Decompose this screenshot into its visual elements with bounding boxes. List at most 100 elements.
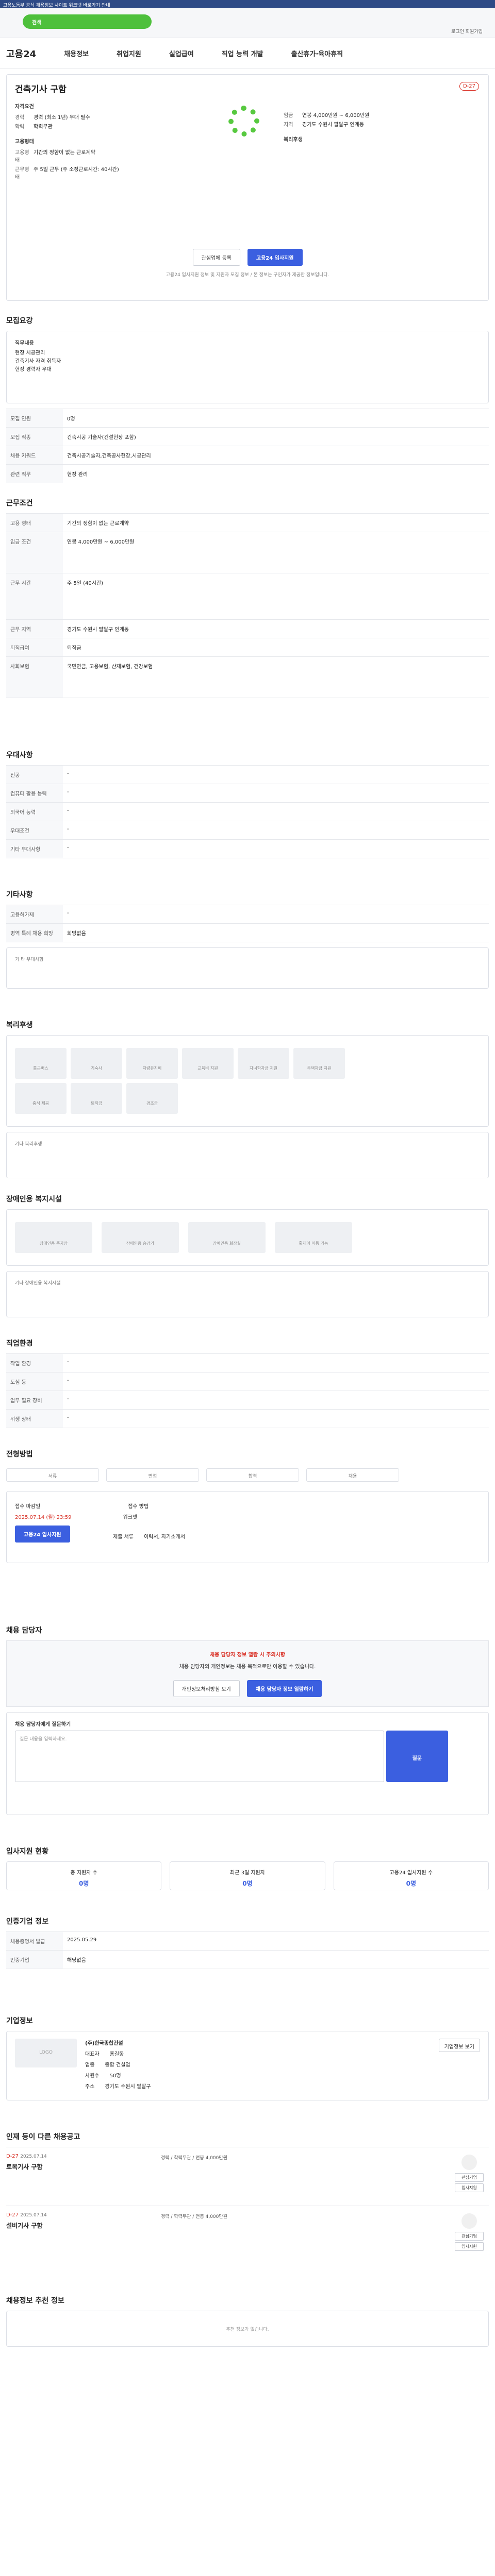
reco-box: 추천 정보가 없습니다. bbox=[6, 2311, 489, 2347]
section-title: 인증기업 정보 bbox=[6, 1918, 49, 1926]
process-steps: 서류 면접 합격 채용 bbox=[6, 1464, 489, 1486]
nav-menu-benefit[interactable]: 실업급여 bbox=[169, 48, 194, 58]
welfare-more-label: 기타 복리후생 bbox=[15, 1142, 42, 1147]
job-title[interactable]: 토목기사 구함 bbox=[6, 2162, 489, 2171]
cert-table: 채용증명서 발급 2025.05.29 인증기업 해당없음 bbox=[6, 1931, 489, 1969]
nav-menu-leave[interactable]: 출산휴가·육아휴직 bbox=[291, 48, 343, 58]
apply-button[interactable]: 고용24 입사지원 bbox=[247, 249, 303, 266]
list-item[interactable]: D-27 2025.07.14 설비기사 구함 경력 / 학력무관 / 연봉 4… bbox=[6, 2206, 489, 2264]
scrap-small-button[interactable]: 관심기업 bbox=[455, 2232, 484, 2241]
job-meta: 경력 / 학력무관 / 연봉 4,000만원 bbox=[161, 2214, 227, 2219]
nav-menu-jobs[interactable]: 채용정보 bbox=[64, 48, 89, 58]
section-title: 직업환경 bbox=[6, 1340, 33, 1348]
question-box: 채용 담당자에게 질문하기 질문 내용을 입력하세요. 질문 bbox=[6, 1712, 489, 1815]
cell-key: 근무 시간 bbox=[6, 573, 63, 620]
stat-label: 고용24 입사지원 수 bbox=[389, 1870, 433, 1876]
welfare-tile: 기숙사 bbox=[71, 1048, 122, 1079]
welfare-tile: 차량유지비 bbox=[126, 1048, 178, 1079]
company-name: (주)한국종합건설 bbox=[85, 2041, 123, 2046]
cell-key: 고용 형태 bbox=[6, 513, 63, 532]
access-more-label: 기타 장애인용 복지시설 bbox=[15, 1281, 61, 1286]
recruit-table: 모집 인원 0명 모집 직종 건축시공 기술자(건설현장 포함) 채용 키워드 건축시… bbox=[6, 409, 489, 483]
section-title: 전형방법 bbox=[6, 1450, 33, 1459]
kv-key: 임금 bbox=[284, 113, 293, 118]
recruit-box: 직무내용 현장 시공관리 건축기사 자격 취득자 현장 경력자 우대 bbox=[6, 331, 489, 403]
dday-badge: D-27 bbox=[6, 2212, 19, 2218]
kv-key: 학력 bbox=[15, 124, 25, 130]
view-contact-button[interactable]: 채용 담당자 정보 열람하기 bbox=[246, 1680, 322, 1697]
date: 2025.07.14 bbox=[20, 2213, 47, 2218]
section-title: 복리후생 bbox=[6, 1021, 33, 1029]
search-input[interactable]: 검색 bbox=[23, 14, 152, 29]
section-title: 채용 담당자 bbox=[6, 1626, 42, 1635]
cell-value: 경기도 수원시 팔달구 인계동 bbox=[63, 619, 489, 638]
cell-value: - bbox=[63, 905, 489, 924]
apply-small-button[interactable]: 입사지원 bbox=[455, 2183, 484, 2192]
cell-key: 병역 특례 채용 희망 bbox=[6, 923, 63, 942]
cell-value: 국민연금, 고용보험, 산재보험, 건강보험 bbox=[63, 656, 489, 698]
stat-card: 고용24 입사지원 수 0명 bbox=[333, 1861, 489, 1890]
job-summary-card: 건축기사 구함 D-27 자격요건 경력 경력 (최소 1년) 우대 필수 학력 학… bbox=[6, 74, 489, 301]
cell-key: 채용증명서 발급 bbox=[6, 1931, 63, 1951]
section-title: 기업정보 bbox=[6, 2017, 33, 2025]
dday-badge: D-27 bbox=[459, 82, 479, 91]
scrap-small-button[interactable]: 관심기업 bbox=[455, 2173, 484, 2182]
cell-key: 사회보험 bbox=[6, 656, 63, 698]
company-info-button[interactable]: 기업정보 보기 bbox=[438, 2039, 480, 2052]
welfare-box: 통근버스 기숙사 차량유지비 교육비 지원 자녀학자금 지원 주택자금 지원 중… bbox=[6, 1035, 489, 1127]
process-apply-button[interactable]: 고용24 입사지원 bbox=[15, 1526, 70, 1543]
question-submit-button[interactable]: 질문 bbox=[386, 1731, 448, 1782]
process-step: 채용 bbox=[306, 1468, 399, 1482]
dday-badge: D-27 bbox=[6, 2154, 19, 2159]
question-title: 채용 담당자에게 질문하기 bbox=[15, 1722, 71, 1727]
section-title: 인재 등이 다른 채용공고 bbox=[6, 2133, 80, 2141]
stat-card: 총 지원자 수 0명 bbox=[6, 1861, 162, 1890]
nav-menu-support[interactable]: 취업지원 bbox=[117, 48, 141, 58]
kv-value: 경기도 수원시 팔달구 bbox=[105, 2084, 151, 2090]
kv-value: 주 5일 근무 (주 소정근로시간: 40시간) bbox=[34, 167, 119, 173]
process-box: 접수 마감일 접수 방법 2025.07.14 (월) 23:59 워크넷 고용24… bbox=[6, 1491, 489, 1563]
cell-value: - bbox=[63, 1409, 489, 1428]
scrap-button[interactable]: 관심업체 등록 bbox=[192, 249, 240, 266]
cell-value: - bbox=[63, 765, 489, 784]
cell-value: 건축시공 기술자(건설현장 포함) bbox=[63, 427, 489, 446]
section-title: 입사지원 현황 bbox=[6, 1848, 49, 1856]
cell-value: 기간의 정함이 없는 근로계약 bbox=[63, 513, 489, 532]
apply-small-button[interactable]: 입사지원 bbox=[455, 2242, 484, 2251]
deadline-value: 2025.07.14 (월) 23:59 bbox=[15, 1515, 72, 1520]
cell-value: - bbox=[63, 784, 489, 803]
summary-note: 고용24 입사지원 정보 및 지원자 모집 정보 / 본 정보는 구인자가 제공… bbox=[166, 273, 329, 278]
global-nav: 고용24 채용정보 취업지원 실업급여 직업 능력 개발 출산휴가·육아휴직 bbox=[0, 38, 495, 69]
access-more: 기타 장애인용 복지시설 bbox=[6, 1271, 489, 1317]
section-title: 우대사항 bbox=[6, 751, 33, 759]
cell-value: - bbox=[63, 1353, 489, 1372]
cell-key: 전공 bbox=[6, 765, 63, 784]
section-title: 채용정보 추천 정보 bbox=[6, 2297, 64, 2305]
welfare-tile: 통근버스 bbox=[15, 1048, 67, 1079]
search-area: 검색 로그인 회원가입 bbox=[0, 8, 495, 38]
util-links[interactable]: 로그인 회원가입 bbox=[451, 28, 483, 35]
cell-value: - bbox=[63, 802, 489, 821]
recruit-body: 현장 시공관리 건축기사 자격 취득자 현장 경력자 우대 bbox=[15, 350, 61, 372]
cell-value: - bbox=[63, 1391, 489, 1410]
job-title[interactable]: 설비기사 구함 bbox=[6, 2221, 489, 2230]
env-table: 작업 환경 - 도심 등- 업무 필요 장비 - 위생 상태 - bbox=[6, 1353, 489, 1428]
cell-key: 컴퓨터 활용 능력 bbox=[6, 784, 63, 803]
job-meta: 경력 / 학력무관 / 연봉 4,000만원 bbox=[161, 2156, 227, 2161]
stat-label: 총 지원자 수 bbox=[70, 1870, 97, 1876]
site-logo[interactable]: 고용24 bbox=[6, 47, 36, 60]
cell-key: 작업 환경 bbox=[6, 1353, 63, 1372]
cell-value: 0명 bbox=[63, 409, 489, 428]
company-card: LOGO (주)한국종합건설 대표자 홍길동 업종 종합 건설업 사원수 50명 주소… bbox=[6, 2031, 489, 2100]
section-title: 모집요강 bbox=[6, 317, 33, 325]
stats-row: 총 지원자 수 0명 최근 3일 지원자 0명 고용24 입사지원 수 0명 bbox=[6, 1861, 489, 1890]
loading-spinner-icon bbox=[228, 106, 259, 137]
process-step: 면접 bbox=[106, 1468, 199, 1482]
process-step: 합격 bbox=[206, 1468, 299, 1482]
question-input[interactable]: 질문 내용을 입력하세요. bbox=[15, 1731, 384, 1782]
privacy-button[interactable]: 개인정보처리방침 보기 bbox=[173, 1680, 240, 1697]
list-item[interactable]: D-27 2025.07.14 토목기사 구함 경력 / 학력무관 / 연봉 4… bbox=[6, 2147, 489, 2206]
nav-menu-training[interactable]: 직업 능력 개발 bbox=[222, 48, 263, 58]
welfare-tile: 퇴직금 bbox=[71, 1083, 122, 1114]
etc-box: 기 타 우대사항 bbox=[6, 947, 489, 989]
